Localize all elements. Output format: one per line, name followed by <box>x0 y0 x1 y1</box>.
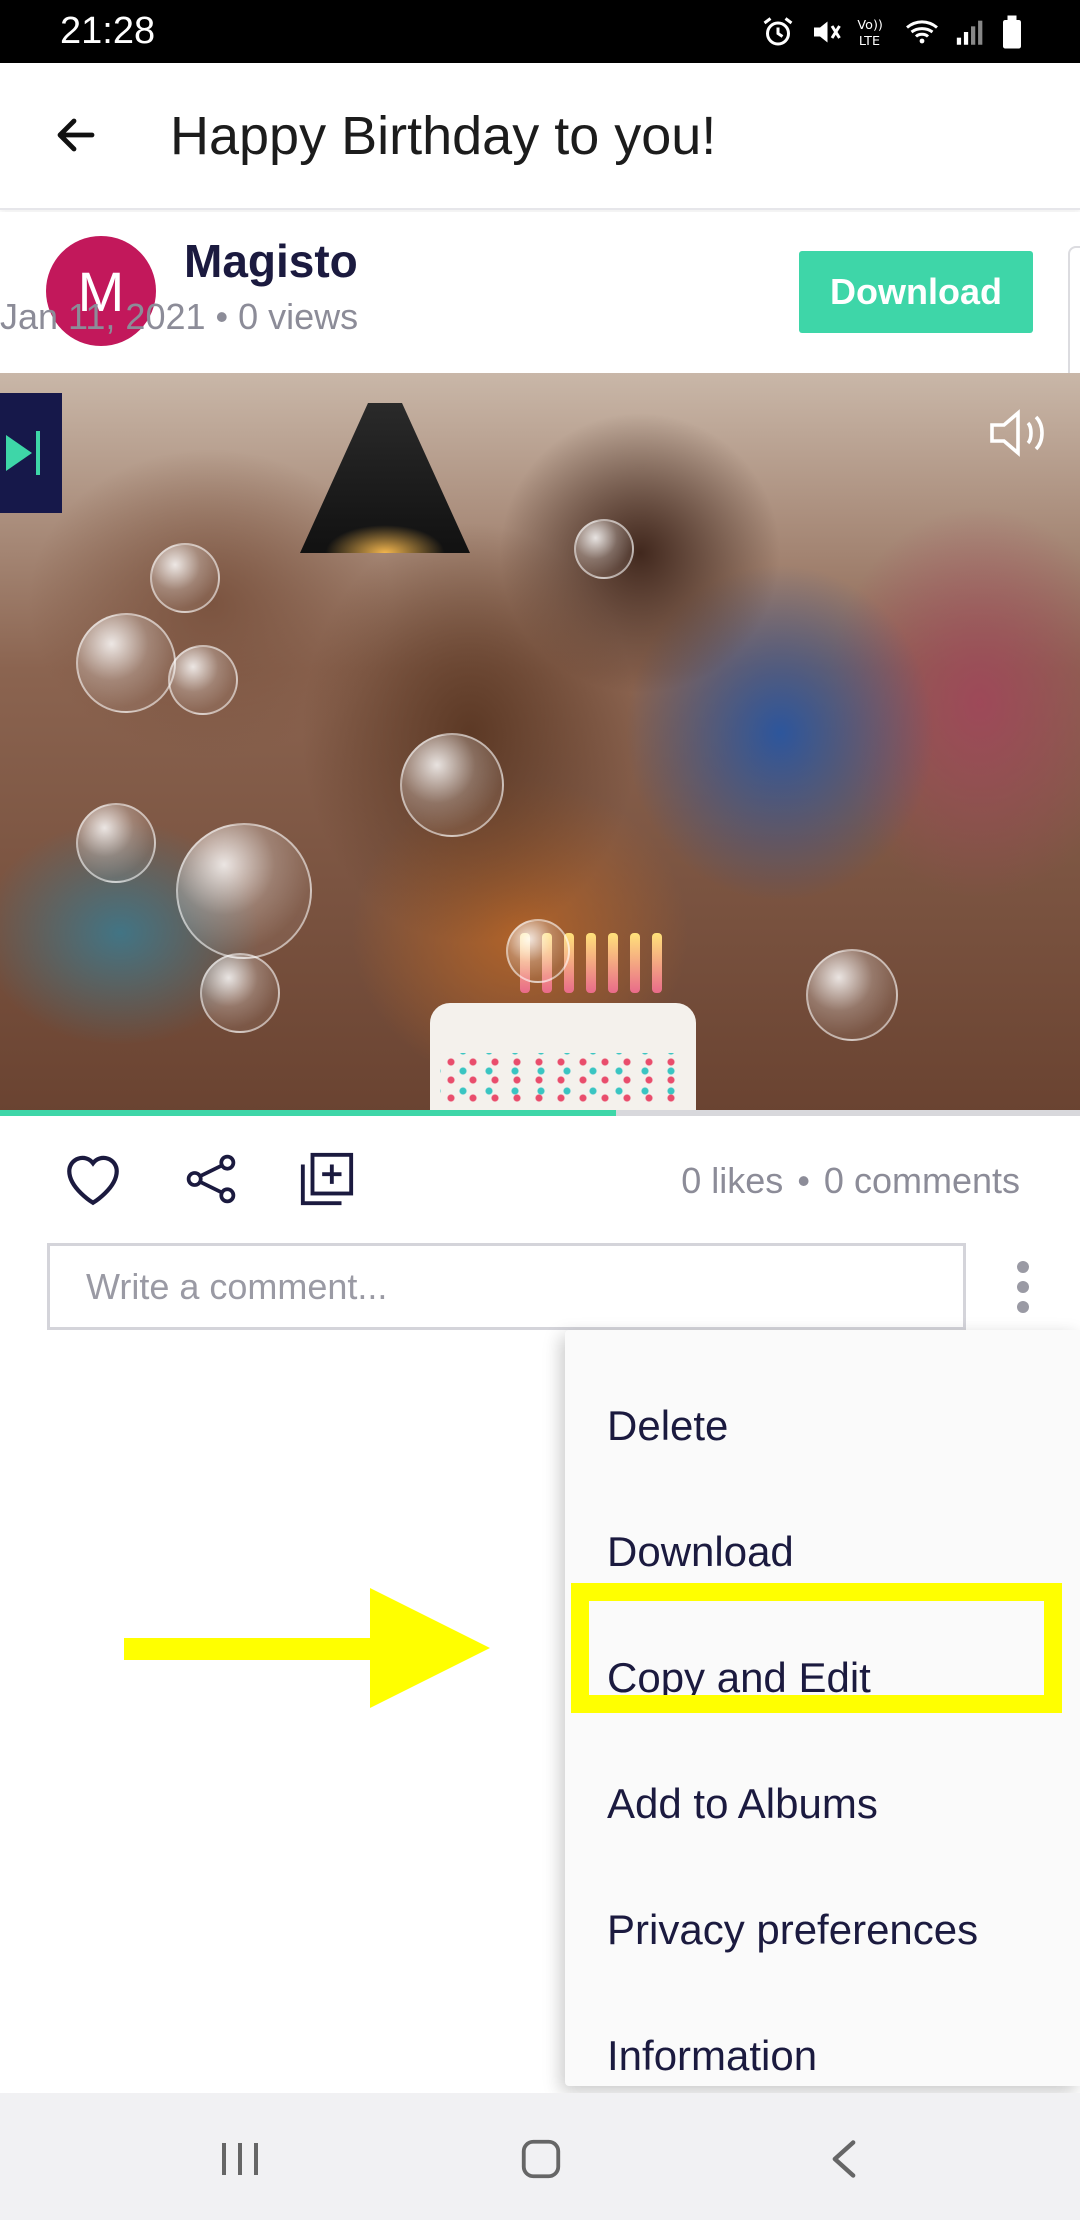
more-options-button[interactable] <box>1004 1255 1042 1319</box>
menu-item-add-to-albums[interactable]: Add to Albums <box>565 1744 1080 1864</box>
bubble <box>506 919 570 983</box>
home-icon <box>521 2139 561 2179</box>
svg-text:Vo)): Vo)) <box>857 18 882 33</box>
add-to-album-icon <box>300 1152 354 1206</box>
kebab-dot-icon <box>1017 1261 1029 1273</box>
back-button[interactable] <box>44 103 108 167</box>
video-meta: Jan 11, 2021 • 0 views <box>0 296 359 337</box>
download-button[interactable]: Download <box>799 251 1033 333</box>
comment-input[interactable] <box>47 1243 966 1330</box>
back-nav-button[interactable] <box>814 2129 874 2189</box>
status-time: 21:28 <box>60 10 156 52</box>
overflow-menu: Delete Download Copy and Edit Add to Alb… <box>565 1330 1080 2086</box>
annotation-arrow-icon <box>124 1588 490 1708</box>
svg-text:LTE: LTE <box>859 34 880 49</box>
app-bar: Happy Birthday to you! <box>0 63 1080 210</box>
page-title: Happy Birthday to you! <box>170 106 717 166</box>
like-button[interactable] <box>60 1148 126 1210</box>
engagement-stats: 0 likes • 0 comments <box>681 1160 1020 1202</box>
author-name[interactable]: Magisto <box>184 234 358 288</box>
mute-button[interactable] <box>986 403 1050 463</box>
bubble <box>400 733 504 837</box>
speaker-mute-icon <box>990 409 1044 457</box>
share-icon <box>186 1154 236 1204</box>
comments-count[interactable]: 0 comments <box>824 1160 1020 1202</box>
stats-separator: • <box>797 1160 810 1201</box>
alarm-icon <box>763 17 793 46</box>
video-progress-bar[interactable] <box>0 1110 1080 1116</box>
menu-item-privacy-preferences[interactable]: Privacy preferences <box>565 1870 1080 1990</box>
wifi-icon <box>906 20 938 44</box>
play-badge-icon[interactable] <box>0 393 62 513</box>
share-button[interactable] <box>178 1148 244 1210</box>
bubble <box>176 823 312 959</box>
system-nav-bar <box>0 2093 1080 2220</box>
signal-icon <box>956 20 983 45</box>
video-player[interactable] <box>0 373 1080 1113</box>
bubble <box>168 645 238 715</box>
bubble <box>806 949 898 1041</box>
bubble <box>76 613 176 713</box>
video-frame-lamp <box>300 403 470 553</box>
mute-icon <box>814 21 841 43</box>
video-progress-fill <box>0 1110 616 1116</box>
video-frame-sprinkles <box>440 1053 686 1103</box>
kebab-dot-icon <box>1017 1301 1029 1313</box>
menu-item-download[interactable]: Download <box>565 1492 1080 1612</box>
heart-icon <box>67 1155 119 1206</box>
arrow-left-icon <box>57 118 95 152</box>
volte-icon: Vo))LTE <box>857 18 882 49</box>
add-to-album-button[interactable] <box>294 1148 360 1210</box>
menu-item-copy-and-edit[interactable]: Copy and Edit <box>565 1618 1080 1738</box>
recent-apps-icon <box>222 2143 258 2175</box>
action-bar: 0 likes • 0 comments <box>0 1130 1080 1230</box>
status-icons: Vo)) LTE <box>760 12 1024 52</box>
home-button[interactable] <box>511 2129 571 2189</box>
kebab-dot-icon <box>1017 1281 1029 1293</box>
bubble <box>76 803 156 883</box>
author-row: M Magisto Jan 11, 2021 • 0 views Downloa… <box>0 212 1080 372</box>
likes-count[interactable]: 0 likes <box>681 1160 783 1202</box>
bubble <box>150 543 220 613</box>
status-bar: 21:28 Vo)) LTE <box>0 0 1080 63</box>
recent-apps-button[interactable] <box>210 2129 270 2189</box>
menu-item-delete[interactable]: Delete <box>565 1366 1080 1486</box>
back-icon <box>832 2140 856 2178</box>
battery-icon <box>1003 15 1021 49</box>
bubble <box>200 953 280 1033</box>
bubble <box>574 519 634 579</box>
